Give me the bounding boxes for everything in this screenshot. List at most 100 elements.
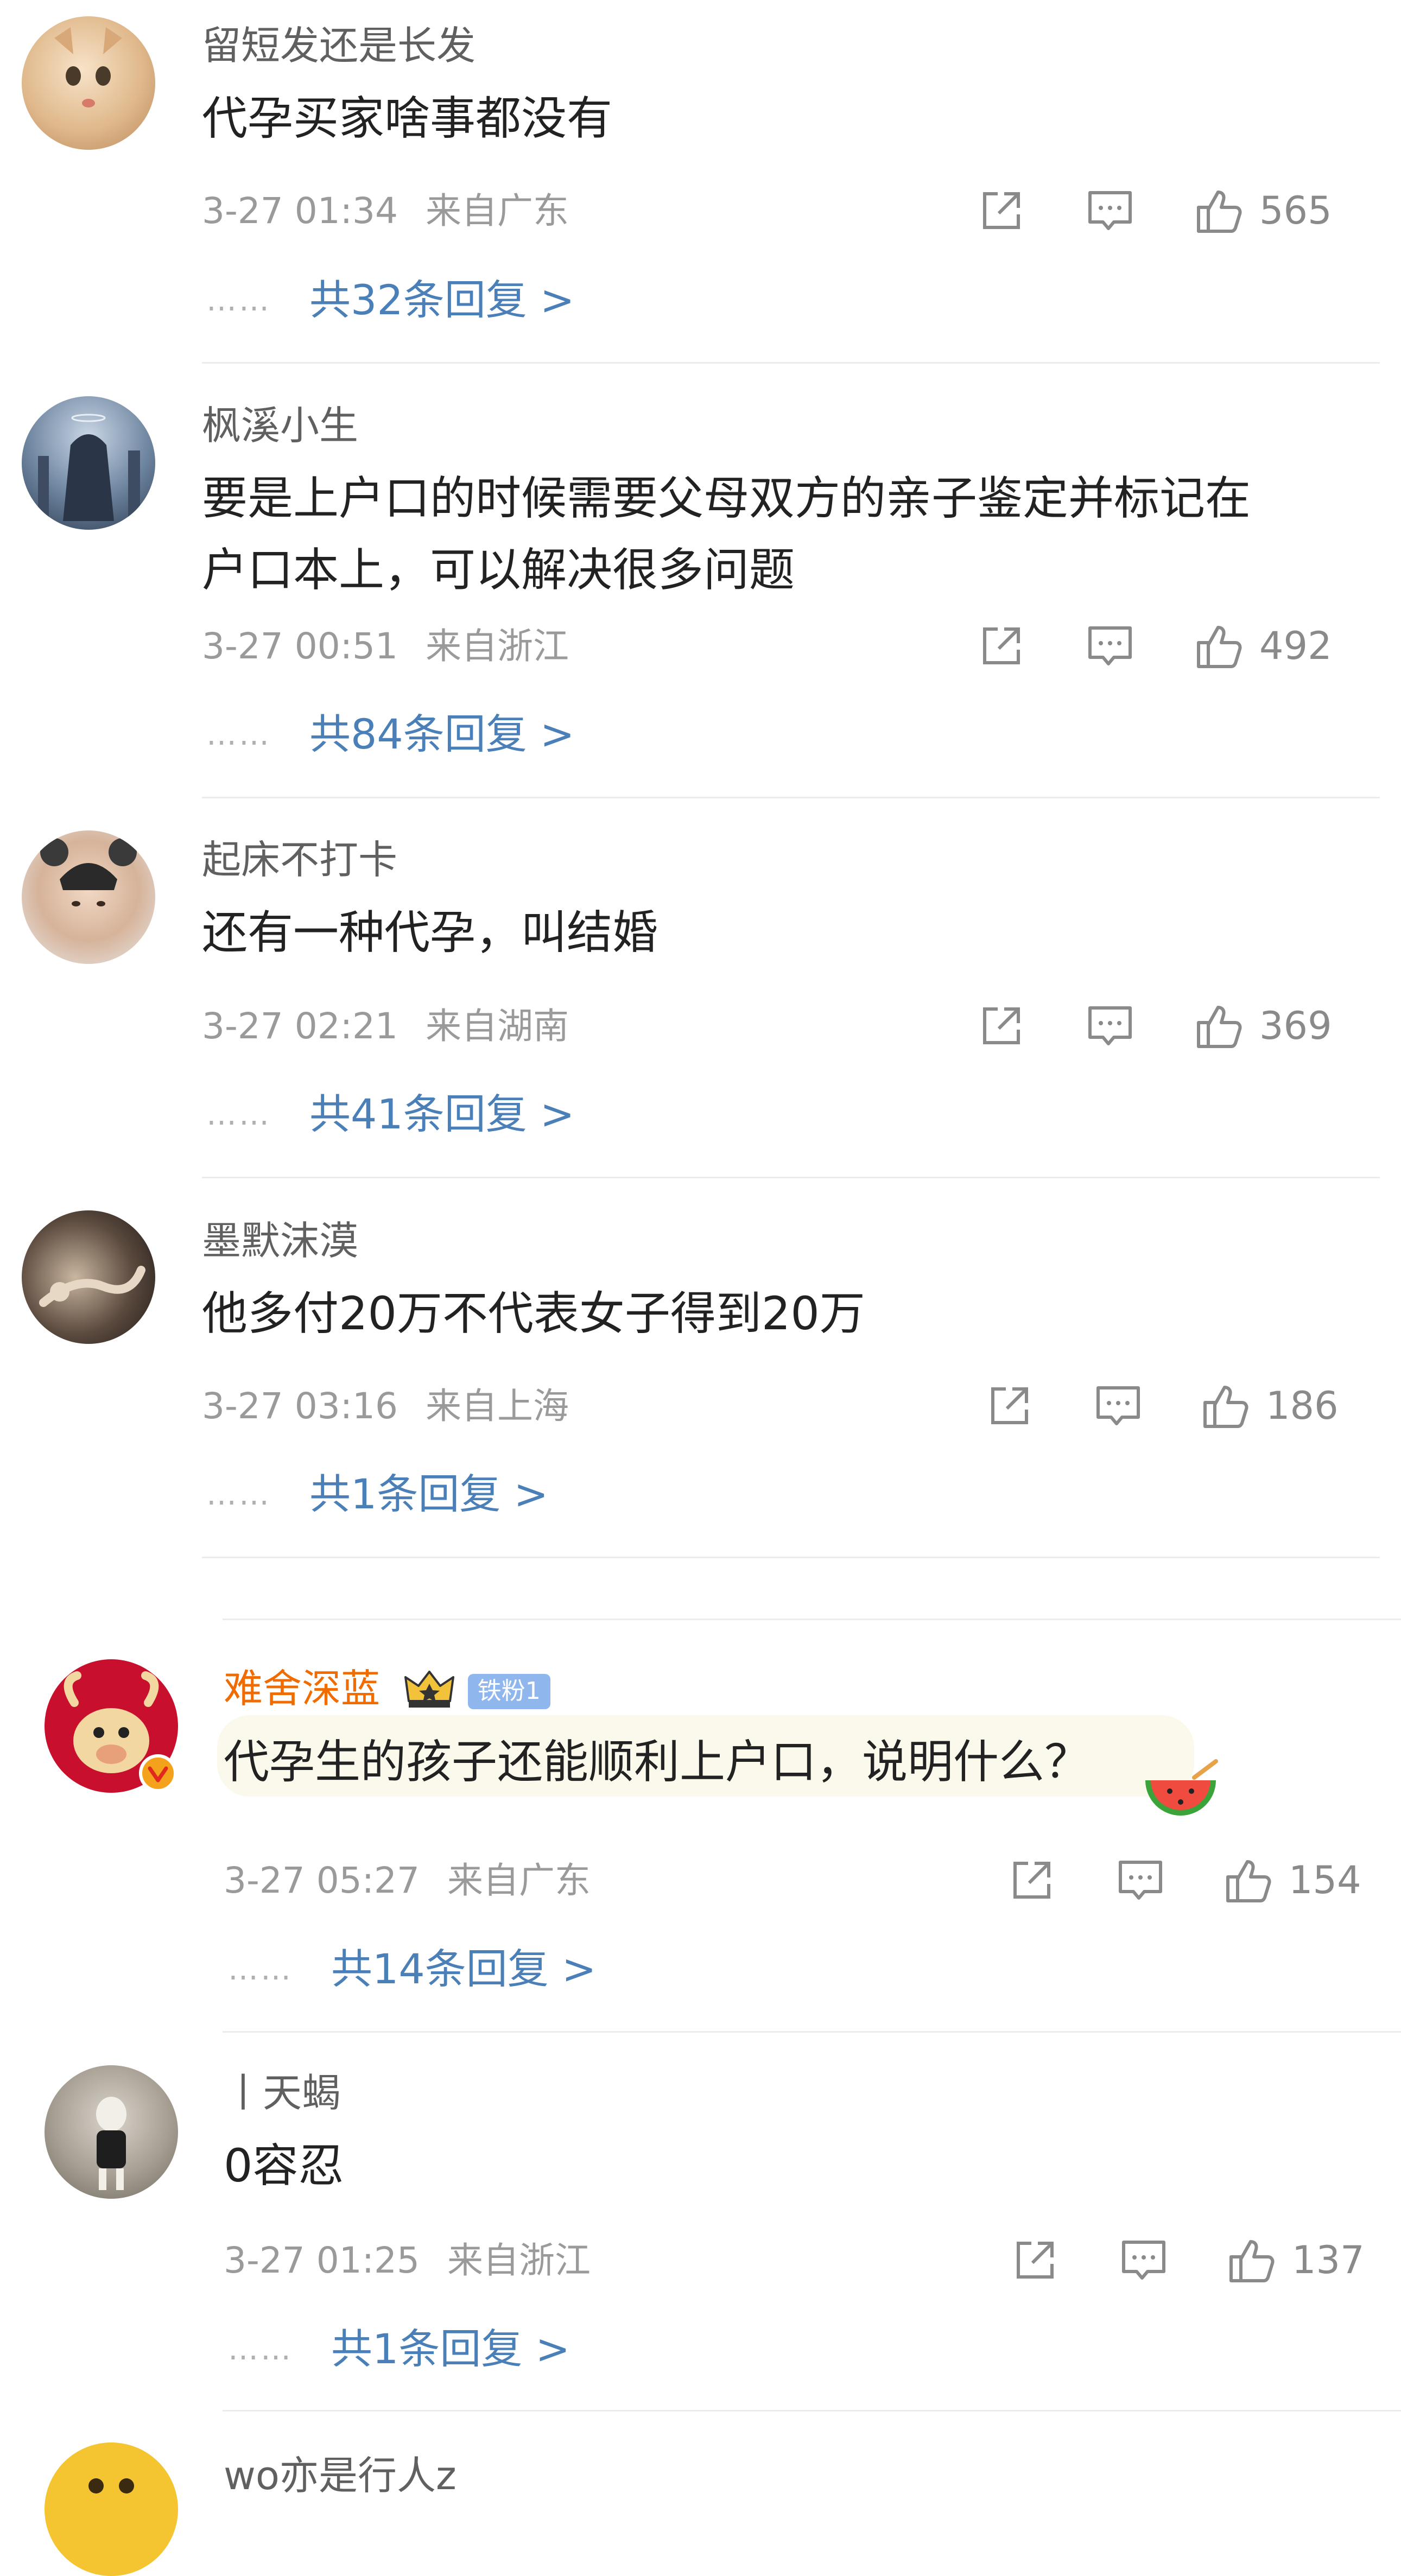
reply-button[interactable] <box>1086 619 1134 673</box>
comment-text: 代孕买家啥事都没有 <box>202 92 613 145</box>
username[interactable]: 留短发还是长发 <box>202 26 476 65</box>
reply-summary[interactable]: …… 共32条回复 > <box>206 280 575 321</box>
location: 来自湖南 <box>425 1005 569 1047</box>
reply-count-link[interactable]: 共41条回复 > <box>309 1094 575 1135</box>
comment-icon <box>1088 1006 1132 1045</box>
reply-button[interactable] <box>1086 183 1134 238</box>
share-icon <box>983 1007 1020 1044</box>
reply-count-link[interactable]: 共1条回复 > <box>331 2328 570 2370</box>
comment-text: 还有一种代孕，叫结婚 <box>202 906 658 959</box>
reply-button[interactable] <box>1094 1379 1143 1433</box>
comment-text: 要是上户口的时候需要父母双方的亲子鉴定并标记在 <box>202 472 1251 525</box>
username[interactable]: 墨默沫漠 <box>202 1221 358 1260</box>
username[interactable]: 难舍深蓝 <box>224 1666 380 1711</box>
share-button[interactable] <box>977 619 1026 673</box>
comment-text: 他多付20万不代表女子得到20万 <box>202 1287 865 1340</box>
comment-icon <box>1122 2241 1165 2280</box>
share-icon <box>1013 1862 1050 1899</box>
comment-meta: 3-27 03:16 来自上海 <box>202 1388 569 1424</box>
like-button[interactable]: 492 <box>1193 619 1332 673</box>
reply-summary[interactable]: …… 共1条回复 > <box>206 1474 548 1515</box>
like-button[interactable]: 565 <box>1193 183 1332 238</box>
reply-count-link[interactable]: 共14条回复 > <box>331 1949 597 1990</box>
divider <box>223 2410 1401 2412</box>
divider <box>202 1177 1380 1178</box>
username-row: 难舍深蓝 铁粉1 <box>224 1667 550 1716</box>
share-button[interactable] <box>985 1379 1034 1433</box>
timestamp: 3-27 03:16 <box>202 1385 398 1427</box>
divider <box>223 1619 1401 1620</box>
share-icon <box>1017 2242 1054 2279</box>
username[interactable]: 枫溪小生 <box>202 406 358 445</box>
location: 来自上海 <box>425 1385 569 1427</box>
comment-icon <box>1088 191 1132 230</box>
dots-icon: …… <box>206 1096 271 1132</box>
comment-meta: 3-27 01:25 来自浙江 <box>224 2243 591 2279</box>
location: 来自广东 <box>447 1860 591 1901</box>
comment-text: 0容忍 <box>224 2139 344 2192</box>
like-button[interactable]: 154 <box>1222 1853 1361 1907</box>
location: 来自广东 <box>425 190 569 232</box>
comment-text: 户口本上，可以解决很多问题 <box>202 543 795 597</box>
username[interactable]: 丨天蝎 <box>224 2073 341 2112</box>
divider <box>202 1557 1380 1558</box>
dots-icon: …… <box>206 716 271 752</box>
share-button[interactable] <box>1011 2233 1060 2287</box>
thumbs-up-icon <box>1197 191 1242 233</box>
reply-button[interactable] <box>1116 1853 1165 1907</box>
comment-meta: 3-27 05:27 来自广东 <box>224 1863 591 1899</box>
like-count: 565 <box>1259 188 1332 233</box>
thumbs-up-icon <box>1229 2240 1275 2282</box>
location: 来自浙江 <box>447 2239 591 2281</box>
username[interactable]: 起床不打卡 <box>202 840 397 879</box>
share-icon <box>991 1387 1028 1424</box>
share-button[interactable] <box>1007 1853 1056 1907</box>
avatar[interactable] <box>45 2442 178 2576</box>
thumbs-up-icon <box>1197 1006 1242 1048</box>
crown-icon <box>403 1667 455 1716</box>
avatar[interactable] <box>22 16 155 150</box>
like-count: 137 <box>1292 2238 1365 2282</box>
like-button[interactable]: 369 <box>1193 999 1332 1053</box>
comment-meta: 3-27 00:51 来自浙江 <box>202 629 569 664</box>
reply-button[interactable] <box>1086 999 1134 1053</box>
reply-summary[interactable]: …… 共84条回复 > <box>206 714 575 755</box>
avatar[interactable] <box>22 396 155 530</box>
comment-icon <box>1088 626 1132 665</box>
username[interactable]: wo亦是行人z <box>224 2456 457 2495</box>
like-button[interactable]: 137 <box>1226 2233 1365 2287</box>
share-button[interactable] <box>977 183 1026 238</box>
timestamp: 3-27 05:27 <box>224 1860 420 1901</box>
share-button[interactable] <box>977 999 1026 1053</box>
comment-text: 代孕生的孩子还能顺利上户口，说明什么？ <box>224 1735 1091 1788</box>
reply-count-link[interactable]: 共1条回复 > <box>309 1474 548 1515</box>
timestamp: 3-27 00:51 <box>202 625 398 667</box>
avatar[interactable] <box>22 1210 155 1344</box>
dots-icon: …… <box>228 1951 293 1987</box>
reply-count-link[interactable]: 共84条回复 > <box>309 714 575 755</box>
like-button[interactable]: 186 <box>1200 1379 1339 1433</box>
timestamp: 3-27 02:21 <box>202 1005 398 1047</box>
thumbs-up-icon <box>1226 1860 1271 1902</box>
thumbs-up-icon <box>1203 1386 1248 1428</box>
timestamp: 3-27 01:34 <box>202 190 398 232</box>
share-icon <box>983 192 1020 229</box>
comment-icon <box>1096 1386 1140 1425</box>
dots-icon: …… <box>228 2331 293 2367</box>
reply-summary[interactable]: …… 共14条回复 > <box>228 1949 597 1990</box>
verified-badge-icon <box>139 1754 177 1792</box>
reply-count-link[interactable]: 共32条回复 > <box>309 280 575 321</box>
share-icon <box>983 627 1020 664</box>
reply-summary[interactable]: …… 共41条回复 > <box>206 1094 575 1135</box>
avatar[interactable] <box>22 830 155 964</box>
comment-icon <box>1119 1861 1162 1900</box>
comment-meta: 3-27 02:21 来自湖南 <box>202 1008 569 1044</box>
fan-badge: 铁粉1 <box>467 1674 550 1709</box>
timestamp: 3-27 01:25 <box>224 2239 420 2281</box>
divider <box>202 797 1380 798</box>
dots-icon: …… <box>206 282 271 318</box>
comment-meta: 3-27 01:34 来自广东 <box>202 193 569 229</box>
avatar[interactable] <box>45 2065 178 2199</box>
reply-summary[interactable]: …… 共1条回复 > <box>228 2328 570 2370</box>
reply-button[interactable] <box>1119 2233 1168 2287</box>
